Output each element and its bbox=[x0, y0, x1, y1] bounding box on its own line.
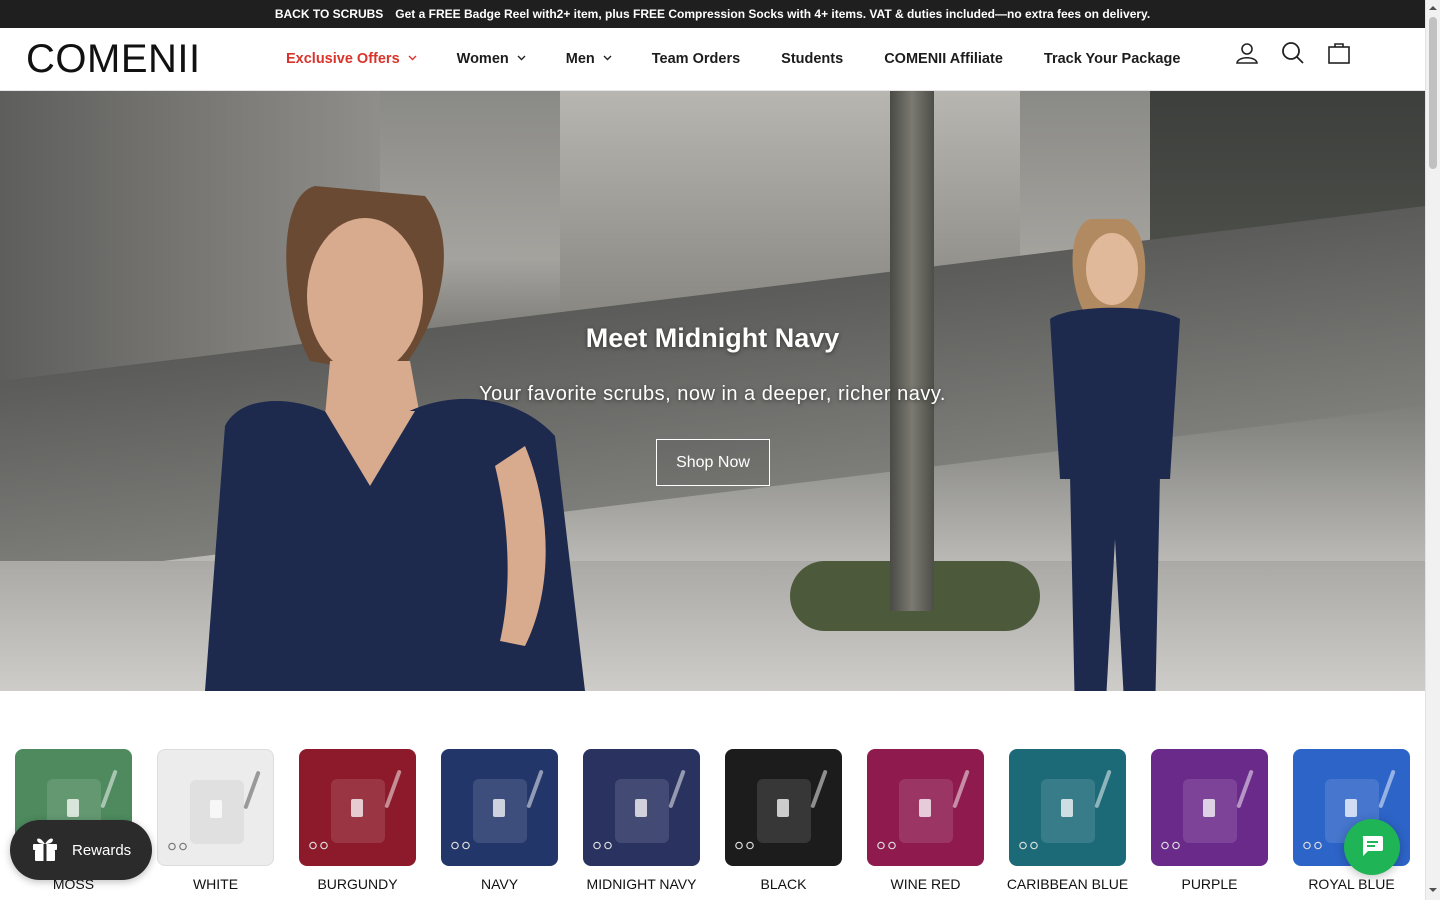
pen-shape bbox=[1236, 769, 1254, 809]
site-header: COMENII Exclusive Offers Women Men Team … bbox=[0, 28, 1425, 91]
chevron-down-icon bbox=[408, 55, 417, 63]
nav-label: Women bbox=[456, 51, 509, 67]
badge-tag-shape bbox=[919, 799, 931, 817]
rewards-label: Rewards bbox=[72, 841, 132, 859]
color-swatch-card[interactable]: NAVY bbox=[441, 749, 558, 892]
scroll-down-arrow-icon[interactable] bbox=[1429, 886, 1437, 894]
scissors-icon bbox=[877, 841, 896, 850]
back-to-scrubs-link[interactable]: BACK TO SCRUBS bbox=[275, 7, 383, 21]
color-swatch-label: WINE RED bbox=[890, 876, 961, 892]
scissors-icon bbox=[451, 841, 470, 850]
scissors-icon bbox=[1303, 841, 1322, 850]
nav-exclusive-offers[interactable]: Exclusive Offers bbox=[286, 51, 417, 67]
pen-shape bbox=[668, 769, 686, 809]
color-swatch-card[interactable]: PURPLE bbox=[1151, 749, 1268, 892]
color-swatch-card[interactable]: WHITE bbox=[157, 749, 274, 892]
nav-label: COMENII Affiliate bbox=[884, 51, 1003, 67]
pen-shape bbox=[1094, 769, 1112, 809]
pen-shape bbox=[1378, 769, 1396, 809]
color-swatch-card[interactable]: BLACK bbox=[725, 749, 842, 892]
pen-shape bbox=[100, 769, 118, 809]
badge-tag-shape bbox=[67, 799, 79, 817]
badge-tag-shape bbox=[1061, 799, 1073, 817]
color-swatch-card[interactable]: MIDNIGHT NAVY bbox=[583, 749, 700, 892]
pen-shape bbox=[526, 769, 544, 809]
pen-shape bbox=[810, 769, 828, 809]
color-swatch-image[interactable] bbox=[1151, 749, 1268, 866]
nav-affiliate[interactable]: COMENII Affiliate bbox=[884, 51, 1003, 67]
badge-tag-shape bbox=[1345, 799, 1357, 817]
color-swatch-image[interactable] bbox=[583, 749, 700, 866]
chevron-down-icon bbox=[603, 55, 612, 63]
color-swatch-label: MIDNIGHT NAVY bbox=[586, 876, 697, 892]
color-swatch-card[interactable]: ROYAL BLUE bbox=[1293, 749, 1410, 892]
color-swatch-image[interactable] bbox=[157, 749, 274, 866]
nav-label: Team Orders bbox=[651, 51, 741, 67]
chevron-down-icon bbox=[517, 55, 526, 63]
scissors-icon bbox=[1019, 841, 1038, 850]
badge-tag-shape bbox=[1203, 799, 1215, 817]
color-swatch-image[interactable] bbox=[299, 749, 416, 866]
pen-shape bbox=[952, 769, 970, 809]
color-swatch-image[interactable] bbox=[867, 749, 984, 866]
nav-students[interactable]: Students bbox=[781, 51, 843, 67]
account-icon[interactable] bbox=[1234, 40, 1260, 66]
badge-tag-shape bbox=[777, 799, 789, 817]
badge-tag-shape bbox=[351, 799, 363, 817]
cart-icon[interactable] bbox=[1326, 40, 1352, 66]
nav-men[interactable]: Men bbox=[565, 51, 612, 67]
color-swatch-card[interactable]: WINE RED bbox=[867, 749, 984, 892]
color-swatch-label: BLACK bbox=[760, 876, 807, 892]
color-swatch-label: ROYAL BLUE bbox=[1308, 876, 1395, 892]
color-swatch-label: NAVY bbox=[480, 876, 519, 892]
color-swatch-label: WHITE bbox=[192, 876, 239, 892]
search-icon[interactable] bbox=[1280, 40, 1306, 66]
color-swatch-label: BURGUNDY bbox=[317, 876, 398, 892]
nav-team-orders[interactable]: Team Orders bbox=[652, 51, 740, 67]
main-nav: Exclusive Offers Women Men Team Orders S… bbox=[286, 28, 1221, 90]
gift-icon bbox=[30, 833, 60, 867]
nav-women[interactable]: Women bbox=[456, 51, 526, 67]
scissors-icon bbox=[593, 841, 612, 850]
nav-label: Exclusive Offers bbox=[286, 51, 400, 67]
hero-subtitle: Your favorite scrubs, now in a deeper, r… bbox=[479, 383, 946, 405]
color-swatch-card[interactable]: BURGUNDY bbox=[299, 749, 416, 892]
badge-tag-shape bbox=[493, 799, 505, 817]
pen-shape bbox=[384, 769, 402, 809]
hero-title: Meet Midnight Navy bbox=[585, 323, 840, 353]
nav-label: Men bbox=[565, 51, 595, 67]
color-swatch-image[interactable] bbox=[725, 749, 842, 866]
scissors-icon bbox=[1161, 841, 1180, 850]
hero-banner[interactable]: Meet Midnight Navy Your favorite scrubs,… bbox=[0, 91, 1425, 691]
scissors-icon bbox=[168, 842, 187, 851]
color-swatch-label: CARIBBEAN BLUE bbox=[1006, 876, 1129, 892]
announcement-text: Get a FREE Badge Reel with2+ item, plus … bbox=[395, 7, 1151, 21]
badge-tag-shape bbox=[210, 800, 222, 818]
nav-track-package[interactable]: Track Your Package bbox=[1044, 51, 1181, 67]
chat-bubble-icon bbox=[1359, 832, 1385, 863]
color-swatch-label: PURPLE bbox=[1181, 876, 1238, 892]
site-logo[interactable]: COMENII bbox=[26, 39, 201, 79]
color-swatch-image[interactable] bbox=[441, 749, 558, 866]
chat-button[interactable] bbox=[1344, 819, 1400, 875]
pen-shape bbox=[243, 770, 261, 810]
nav-label: Track Your Package bbox=[1043, 51, 1181, 67]
badge-tag-shape bbox=[635, 799, 647, 817]
scroll-up-arrow-icon[interactable] bbox=[1429, 4, 1437, 12]
color-collection-row: MOSS WHITE BURGUNDY NAVY MIDNIGHT NAVY BLACK W… bbox=[15, 749, 1410, 892]
shop-now-button[interactable]: Shop Now bbox=[656, 439, 770, 486]
rewards-button[interactable]: Rewards bbox=[10, 820, 152, 880]
scissors-icon bbox=[309, 841, 328, 850]
nav-label: Students bbox=[781, 51, 844, 67]
scissors-icon bbox=[735, 841, 754, 850]
color-swatch-card[interactable]: CARIBBEAN BLUE bbox=[1006, 749, 1129, 892]
header-icons bbox=[1234, 40, 1352, 66]
scrollbar-thumb[interactable] bbox=[1429, 17, 1437, 169]
page-scrollbar[interactable] bbox=[1425, 0, 1440, 900]
announcement-bar: BACK TO SCRUBS Get a FREE Badge Reel wit… bbox=[0, 0, 1425, 28]
hero-content: Meet Midnight Navy Your favorite scrubs,… bbox=[0, 91, 1425, 691]
color-swatch-image[interactable] bbox=[1009, 749, 1126, 866]
